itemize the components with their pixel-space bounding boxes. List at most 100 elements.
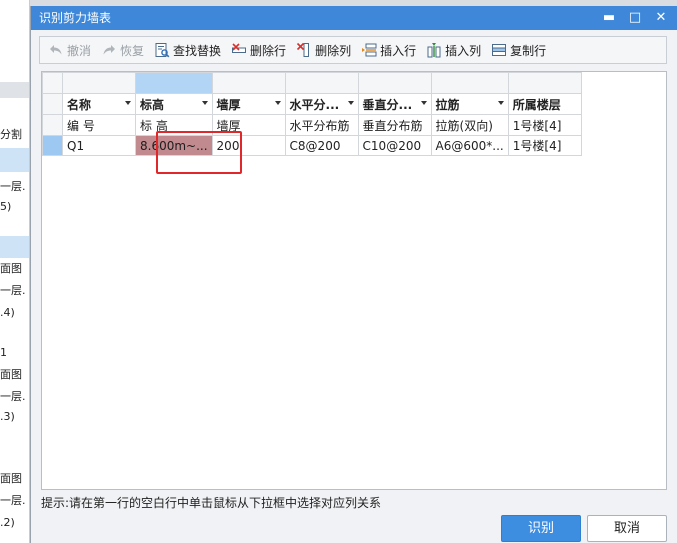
background-app-panel: 分割 一层. 5) 面图 一层. .4) 1 面图 一层. .3) 面图 一层.… (0, 0, 30, 543)
column-selector[interactable] (211, 72, 286, 94)
insert-row-button[interactable]: 插入行 (357, 38, 422, 62)
table-cell[interactable]: 200 (211, 135, 286, 156)
find-replace-icon (155, 43, 170, 58)
column-selector[interactable] (430, 72, 509, 94)
background-text: .2) (0, 516, 15, 529)
table-row: Q1 8.600m~... 200 C8@200 C10@200 A6@600*… (42, 135, 582, 156)
table-cell[interactable]: 墙厚 (211, 114, 286, 136)
undo-button[interactable]: 撤消 (44, 38, 97, 62)
column-selector-active[interactable] (135, 72, 213, 94)
column-selector[interactable] (357, 72, 432, 94)
redo-icon (103, 45, 116, 55)
row-header[interactable] (42, 93, 63, 115)
redo-label: 恢复 (120, 43, 145, 58)
background-text: 一层. (0, 284, 26, 297)
header-label: 名称 (67, 97, 92, 112)
delete-column-button[interactable]: 删除列 (292, 38, 357, 62)
insert-row-icon (362, 43, 377, 57)
maximize-button[interactable]: □ (621, 6, 649, 30)
copy-row-button[interactable]: 复制行 (487, 38, 552, 62)
row-header-active[interactable] (42, 135, 63, 156)
chevron-down-icon (497, 101, 504, 105)
minimize-button[interactable]: ▬ (595, 6, 623, 30)
background-text: 1 (0, 346, 7, 359)
table-cell[interactable]: 1号楼[4] (507, 114, 582, 136)
insert-column-icon (427, 43, 441, 58)
mapping-dropdown-thickness[interactable]: 墙厚 (211, 93, 286, 115)
background-text: 一层. (0, 180, 26, 193)
background-text: 5) (0, 200, 12, 213)
mapping-dropdown-name[interactable]: 名称 (62, 93, 136, 115)
recognize-button[interactable]: 识别 (501, 515, 581, 542)
copy-row-label: 复制行 (510, 43, 547, 58)
mapping-grid: 名称 标高 墙厚 水平分... 垂直分... 拉筋 所属楼层 编 号 标 高 墙… (41, 71, 667, 490)
background-text: 面图 (0, 472, 22, 485)
insert-row-label: 插入行 (380, 43, 417, 58)
table-cell[interactable]: C8@200 (284, 135, 359, 156)
dialog-title: 识别剪力墙表 (39, 11, 112, 25)
selected-cell[interactable]: 8.600m~... (135, 135, 213, 156)
column-selector[interactable] (62, 72, 136, 94)
row-header[interactable] (42, 114, 63, 136)
table-cell[interactable]: 编 号 (62, 114, 136, 136)
table-cell[interactable]: C10@200 (357, 135, 432, 156)
mapping-dropdown-elevation[interactable]: 标高 (135, 93, 213, 115)
delete-column-label: 删除列 (315, 43, 352, 58)
background-text: .4) (0, 306, 15, 319)
insert-column-label: 插入列 (445, 43, 482, 58)
background-band (0, 236, 29, 258)
mapping-header-row: 名称 标高 墙厚 水平分... 垂直分... 拉筋 所属楼层 (42, 93, 582, 115)
recognize-shear-wall-table-dialog: 识别剪力墙表 ▬ □ ✕ 撤消 恢复 查找替换 删除行 删除列 插入行 插入列 … (30, 6, 677, 543)
mapping-dropdown-vertical-rebar[interactable]: 垂直分... (357, 93, 432, 115)
background-text: 面图 (0, 262, 22, 275)
undo-icon (50, 45, 62, 55)
background-band (0, 82, 29, 98)
mapping-dropdown-floor[interactable]: 所属楼层 (507, 93, 582, 115)
chevron-down-icon (125, 101, 131, 105)
header-label: 标高 (140, 97, 165, 112)
header-label: 所属楼层 (512, 97, 561, 112)
delete-row-label: 删除行 (250, 43, 287, 58)
background-text: 一层. (0, 494, 26, 507)
table-cell[interactable]: 垂直分布筋 (357, 114, 432, 136)
table-cell[interactable]: A6@600*... (430, 135, 509, 156)
mapping-dropdown-horizontal-rebar[interactable]: 水平分... (284, 93, 359, 115)
find-replace-label: 查找替换 (173, 43, 222, 58)
header-label: 墙厚 (216, 97, 241, 112)
table-cell[interactable]: 拉筋(双向) (430, 114, 509, 136)
background-text: 面图 (0, 368, 22, 381)
chevron-down-icon (347, 101, 354, 105)
copy-row-icon (492, 44, 507, 56)
redo-button[interactable]: 恢复 (97, 38, 150, 62)
dialog-titlebar[interactable]: 识别剪力墙表 ▬ □ ✕ (31, 6, 677, 30)
column-selector[interactable] (284, 72, 359, 94)
insert-column-button[interactable]: 插入列 (422, 38, 487, 62)
mapping-table: 名称 标高 墙厚 水平分... 垂直分... 拉筋 所属楼层 编 号 标 高 墙… (42, 72, 582, 156)
header-label: 垂直分... (362, 97, 413, 112)
delete-column-icon (296, 42, 310, 57)
chevron-down-icon (420, 101, 427, 105)
header-label: 水平分... (289, 97, 340, 112)
close-button[interactable]: ✕ (647, 6, 675, 30)
table-row: 编 号 标 高 墙厚 水平分布筋 垂直分布筋 拉筋(双向) 1号楼[4] (42, 114, 582, 136)
column-selector[interactable] (507, 72, 582, 94)
table-cell[interactable]: 标 高 (135, 114, 213, 136)
mapping-dropdown-tie-bar[interactable]: 拉筋 (430, 93, 509, 115)
delete-row-button[interactable]: 删除行 (227, 38, 292, 62)
background-text: .3) (0, 410, 15, 423)
background-text: 分割 (0, 128, 22, 141)
header-label: 拉筋 (435, 97, 460, 112)
cancel-button[interactable]: 取消 (587, 515, 667, 542)
table-cell[interactable]: Q1 (62, 135, 136, 156)
table-cell[interactable]: 水平分布筋 (284, 114, 359, 136)
table-cell[interactable]: 1号楼[4] (507, 135, 582, 156)
toolbar: 撤消 恢复 查找替换 删除行 删除列 插入行 插入列 复制行 (39, 36, 667, 64)
grid-corner[interactable] (42, 72, 63, 94)
background-text: 一层. (0, 390, 26, 403)
chevron-down-icon (274, 101, 281, 105)
find-replace-button[interactable]: 查找替换 (150, 38, 227, 62)
undo-label: 撤消 (67, 43, 92, 58)
chevron-down-icon (201, 101, 208, 105)
hint-text: 提示:请在第一行的空白行中单击鼠标从下拉框中选择对应列关系 (41, 496, 382, 510)
background-band (0, 148, 29, 172)
